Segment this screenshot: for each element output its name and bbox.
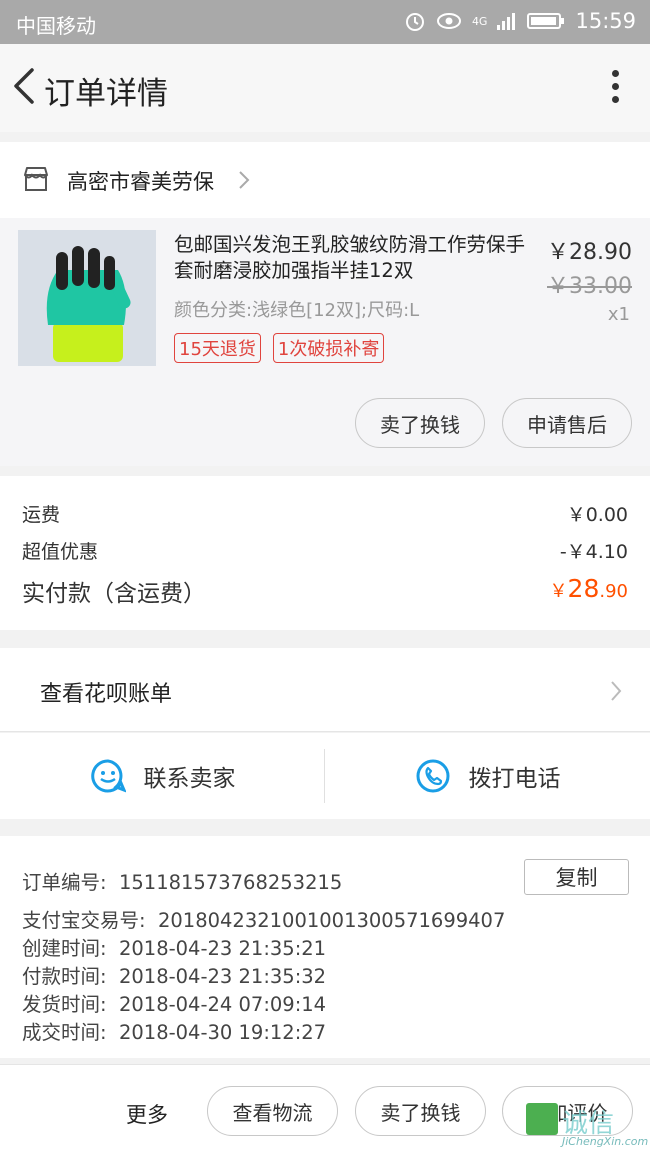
product-card[interactable]: 包邮国兴发泡王乳胶皱纹防滑工作劳保手套耐磨浸胶加强指半挂12双 颜色分类:浅绿色… [0, 218, 650, 466]
status-bar: 中国移动 4G 15:59 [0, 0, 650, 44]
product-price: ￥28.90 [547, 240, 632, 265]
contact-seller-button[interactable]: 联系卖家 [0, 733, 325, 819]
done-time: 2018-04-30 19:12:27 [118, 1021, 327, 1044]
clock: 15:59 [575, 9, 636, 33]
discount-row: 超值优惠 -￥4.10 [22, 537, 628, 564]
network-type: 4G [471, 14, 488, 28]
shipped-time-label: 发货时间: [22, 993, 107, 1016]
contact-bar: 联系卖家 拨打电话 [0, 733, 650, 819]
view-logistics-button[interactable]: 查看物流 [207, 1086, 338, 1136]
battery-icon [527, 13, 565, 29]
shipping-label: 运费 [22, 504, 61, 526]
product-name[interactable]: 包邮国兴发泡王乳胶皱纹防滑工作劳保手套耐磨浸胶加强指半挂12双 [174, 232, 530, 284]
order-number[interactable]: 151181573768253215 [119, 871, 342, 894]
paid-time: 2018-04-23 21:35:32 [118, 965, 327, 988]
shop-name: 高密市睿美劳保 [67, 170, 214, 194]
page-title: 订单详情 [44, 76, 168, 112]
service-tags: 15天退货 1次破损补寄 [174, 333, 385, 363]
product-quantity: x1 [607, 304, 630, 325]
paid-amount: ￥28.90 [550, 574, 628, 608]
shipped-time: 2018-04-24 07:09:14 [118, 993, 327, 1016]
phone-icon [416, 759, 449, 793]
shop-icon [24, 167, 48, 191]
alarm-icon [405, 13, 424, 31]
discount-label: 超值优惠 [22, 541, 99, 563]
order-number-row: 订单编号: 151181573768253215 [22, 866, 342, 895]
alipay-number-row: 支付宝交易号: 2018042321001001300571699407 [22, 904, 505, 933]
nav-bar: 订单详情 [0, 44, 650, 132]
resell-button[interactable]: 卖了换钱 [355, 398, 485, 448]
more-vertical-icon[interactable] [610, 70, 620, 106]
watermark-subtext: JiChengXin.com [562, 1135, 649, 1148]
discount-value: -￥4.10 [559, 541, 628, 563]
chat-bubble-icon [90, 759, 126, 793]
shipping-row: 运费 ￥0.00 [22, 500, 628, 527]
paid-time-row: 付款时间: 2018-04-23 21:35:32 [22, 960, 326, 989]
paid-currency: ￥ [549, 581, 568, 602]
alipay-number-label: 支付宝交易号: [22, 909, 146, 932]
created-time: 2018-04-23 21:35:21 [118, 937, 327, 960]
paid-dec: .90 [599, 581, 628, 602]
paid-row: 实付款（含运费） ￥28.90 [22, 574, 628, 608]
tag-damage: 1次破损补寄 [272, 333, 385, 363]
shop-row[interactable]: 高密市睿美劳保 [0, 142, 650, 218]
more-actions-button[interactable]: 更多 [126, 1099, 168, 1129]
watermark-box-icon [526, 1103, 558, 1135]
chevron-left-icon[interactable] [10, 66, 40, 106]
alipay-number: 2018042321001001300571699407 [157, 909, 506, 932]
status-icons: 4G 15:59 [404, 9, 636, 33]
created-time-row: 创建时间: 2018-04-23 21:35:21 [22, 932, 326, 961]
chevron-right-icon [611, 681, 622, 701]
glove-illustration [18, 230, 156, 366]
product-image[interactable] [18, 230, 156, 366]
call-phone-button[interactable]: 拨打电话 [325, 733, 650, 819]
done-time-label: 成交时间: [22, 1021, 107, 1044]
watermark-logo: 诚信 JiChengXin.com [526, 1101, 649, 1153]
product-sku: 颜色分类:浅绿色[12双];尺码:L [174, 300, 420, 321]
eye-icon [436, 13, 461, 29]
bottom-action-bar: 更多 查看物流 卖了换钱 追加评价 诚信 JiChengXin.com [0, 1064, 650, 1155]
contact-seller-label: 联系卖家 [143, 766, 236, 792]
done-time-row: 成交时间: 2018-04-30 19:12:27 [22, 1016, 326, 1045]
after-sale-button[interactable]: 申请售后 [502, 398, 632, 448]
tag-return: 15天退货 [174, 333, 261, 363]
shipped-time-row: 发货时间: 2018-04-24 07:09:14 [22, 988, 326, 1017]
product-original-price: ￥33.00 [547, 274, 632, 299]
paid-label: 实付款（含运费） [22, 581, 206, 607]
copy-button[interactable]: 复制 [524, 859, 629, 895]
shipping-value: ￥0.00 [566, 504, 628, 526]
chevron-right-icon [239, 171, 250, 189]
call-phone-label: 拨打电话 [468, 766, 561, 792]
fee-summary: 运费 ￥0.00 超值优惠 -￥4.10 实付款（含运费） ￥28.90 [0, 476, 650, 630]
carrier-name: 中国移动 [16, 14, 96, 38]
huabei-bill-row[interactable]: 查看花呗账单 [0, 648, 650, 732]
created-time-label: 创建时间: [22, 937, 107, 960]
signal-icon [497, 13, 516, 30]
paid-time-label: 付款时间: [22, 965, 107, 988]
order-number-label: 订单编号: [22, 871, 107, 894]
paid-int: 28 [567, 574, 600, 603]
huabei-label: 查看花呗账单 [40, 682, 173, 707]
resell-bottom-button[interactable]: 卖了换钱 [355, 1086, 486, 1136]
order-info: 订单编号: 151181573768253215 复制 支付宝交易号: 2018… [0, 836, 650, 1058]
